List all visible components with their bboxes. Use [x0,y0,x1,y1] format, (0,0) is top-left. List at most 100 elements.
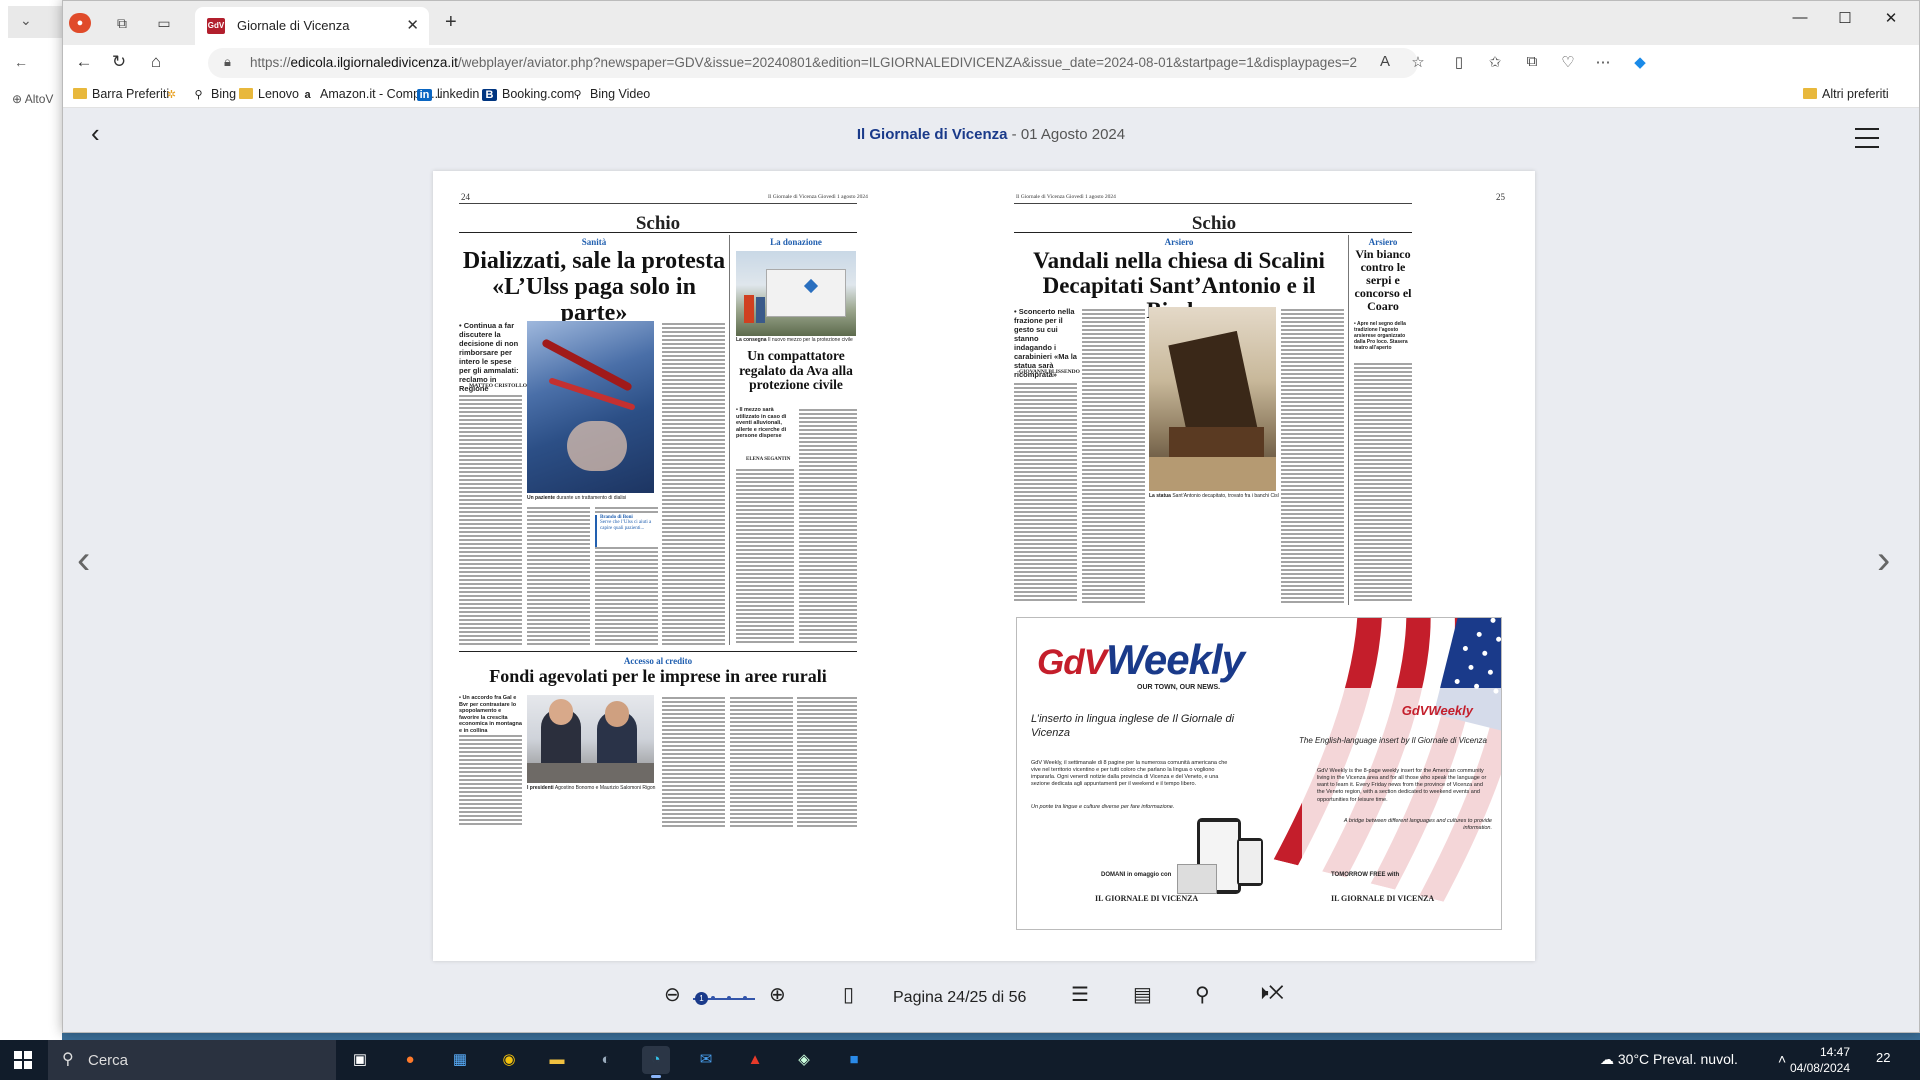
split-screen-icon[interactable]: ▯ [1447,53,1471,71]
devices-graphic [1177,818,1267,898]
page-number: 24 [461,192,470,202]
viewer-toolbar: ⊖ 1 ⊕ ▯ Pagina 24/25 di 56 ☰ ▤ ⚲ 🕨︎✕ [63,968,1919,1032]
previous-page-icon[interactable]: ‹ [77,538,90,583]
gdv-favicon-icon: GdV [207,18,225,34]
advert-insert-italian: L’inserto in lingua inglese de Il Giorna… [1031,713,1235,739]
notifications-icon[interactable]: 22 [1876,1050,1890,1065]
table-of-contents-icon[interactable]: ☰ [1071,982,1089,1007]
more-options-icon[interactable]: ⋯ [1591,53,1615,71]
favorite-star-icon[interactable]: ☆ [1406,53,1430,71]
url-prefix: https:// [250,55,291,70]
zoom-out-icon[interactable]: ⊖ [664,982,681,1007]
tab-menu-icon[interactable]: ⌄ [20,12,32,29]
refresh-icon[interactable]: ↻ [108,52,130,72]
close-window-icon[interactable]: ✕ [1876,9,1906,27]
dialysis-photo [527,321,654,493]
bookmark-booking[interactable]: B Booking.com [482,87,574,101]
bookmark-label: Altri preferiti [1822,87,1889,101]
article-body-text [527,505,590,645]
top-rule [1014,203,1412,204]
read-aloud-icon[interactable]: A [1373,53,1397,70]
bookmark-label: Bing Video [590,87,651,101]
gdv-weekly-logo: GdVWeekly [1037,636,1245,683]
page-spread[interactable]: 24 Il Giornale di Vicenza Giovedì 1 agos… [433,171,1535,961]
bookmark-linkedin[interactable]: in linkedin [417,87,479,101]
profile-avatar-icon[interactable]: ● [69,13,91,33]
acrobat-icon[interactable]: ▲ [741,1046,769,1074]
clock[interactable]: 14:47 04/08/2024 [1780,1044,1850,1076]
maximize-icon[interactable]: ☐ [1830,9,1860,27]
minimize-icon[interactable]: — [1785,9,1815,26]
bookmark-label: Lenovo [258,87,300,101]
taskbar-search[interactable]: ⚲ Cerca [48,1040,336,1080]
back-icon[interactable]: ← [14,54,28,70]
copilot-icon[interactable]: ◆ [1628,53,1652,71]
running-head: Il Giornale di Vicenza Giovedì 1 agosto … [1016,194,1116,200]
search-icon[interactable]: ⚲ [1195,982,1210,1007]
new-tab-icon[interactable]: + [445,11,457,34]
bookmark-pinwheel[interactable]: ✲ [164,87,184,101]
hamburger-menu-icon[interactable] [1855,128,1879,155]
articles-icon[interactable]: ▤ [1133,982,1152,1007]
side-kicker: Arsiero [1368,237,1398,247]
bottom-body-text [459,733,522,827]
file-explorer-icon[interactable]: ▬ [543,1046,571,1074]
edge-icon[interactable]: ◔ [642,1046,670,1078]
back-icon[interactable]: ← [73,52,95,72]
home-icon[interactable]: ⌂ [145,52,167,72]
outlook-icon[interactable]: ■ [840,1046,868,1074]
bookmark-barra-preferiti[interactable]: Barra Preferiti [73,87,169,101]
app-icon[interactable]: ◐ [592,1046,620,1074]
bookmark-label: Booking.com [502,87,575,101]
section-rule [1014,232,1412,233]
url-field[interactable]: 🔒︎ https://edicola.ilgiornaledivicenza.i… [208,48,1418,78]
side-headline: Vin bianco contro le serpi e concorso el… [1354,247,1412,313]
page-number: 25 [1496,192,1505,202]
section-rule [459,232,857,233]
advert-domani: DOMANI in omaggio con [1101,872,1172,878]
firefox-icon[interactable]: ● [396,1046,424,1074]
task-view-icon[interactable]: ▣ [346,1046,374,1074]
column-rule [729,235,730,645]
pinwheel-icon: ✲ [166,89,177,101]
close-tab-icon[interactable]: ✕ [406,16,419,34]
url-path: /webplayer/aviator.php?newspaper=GDV&iss… [457,55,1357,70]
background-tab[interactable] [8,6,62,38]
article-body-text [1281,307,1344,603]
page-layout-icon[interactable]: ▯ [843,982,854,1007]
tab-actions-icon[interactable]: ▭ [153,13,175,33]
bookmark-bing[interactable]: ⚲ Bing [191,87,236,101]
active-tab[interactable]: GdV Giornale di Vicenza ✕ [195,7,429,45]
running-head: Il Giornale di Vicenza Giovedì 1 agosto … [768,194,868,200]
amazon-icon: a [304,89,311,101]
bookmark-bing-video[interactable]: ⚲ Bing Video [570,87,650,101]
mail-icon[interactable]: ✉ [692,1046,720,1074]
chrome-icon[interactable]: ◉ [495,1046,523,1074]
mute-icon[interactable]: 🕨︎✕ [1256,982,1284,1005]
url-domain: edicola.ilgiornaledivicenza.it [290,55,458,70]
favorites-icon[interactable]: ✩ [1483,53,1507,71]
bookmark-lenovo[interactable]: Lenovo [239,87,299,101]
caption-lead: I presidenti [527,785,554,791]
app2-icon[interactable]: ◈ [790,1046,818,1074]
newspaper-viewer: ‹ Il Giornale di Vicenza - 01 Agosto 202… [63,108,1919,1032]
bookmark-altri-preferiti[interactable]: Altri preferiti [1803,87,1889,101]
article-body-text [1014,381,1077,603]
zoom-in-icon[interactable]: ⊕ [769,982,786,1007]
column-rule [1348,235,1349,605]
windows-start-icon[interactable] [14,1051,32,1069]
tab-title: Giornale di Vicenza [237,18,350,33]
store-icon[interactable]: ▦ [446,1046,474,1074]
weather-widget[interactable]: ☁ 30°C Preval. nuvol. [1600,1051,1738,1068]
left-page[interactable]: 24 Il Giornale di Vicenza Giovedì 1 agos… [433,171,983,961]
collections-icon[interactable]: ⧉ [1520,53,1544,70]
background-bookmark[interactable]: ⊕ AltoV [12,92,53,106]
time: 14:47 [1819,1045,1850,1059]
background-bookmark-label: AltoV [24,92,54,106]
workspaces-icon[interactable]: ⧉ [111,13,133,33]
background-browser-window[interactable]: ⌄ ← ⊕ AltoV [0,0,62,1040]
next-page-icon[interactable]: › [1877,538,1890,583]
browser-essentials-icon[interactable]: ♡ [1556,53,1580,71]
gdv-weekly-advert[interactable]: GdVWeekly OUR TOWN, OUR NEWS. L’inserto … [1016,617,1502,930]
zoom-slider-knob[interactable]: 1 [695,992,708,1005]
